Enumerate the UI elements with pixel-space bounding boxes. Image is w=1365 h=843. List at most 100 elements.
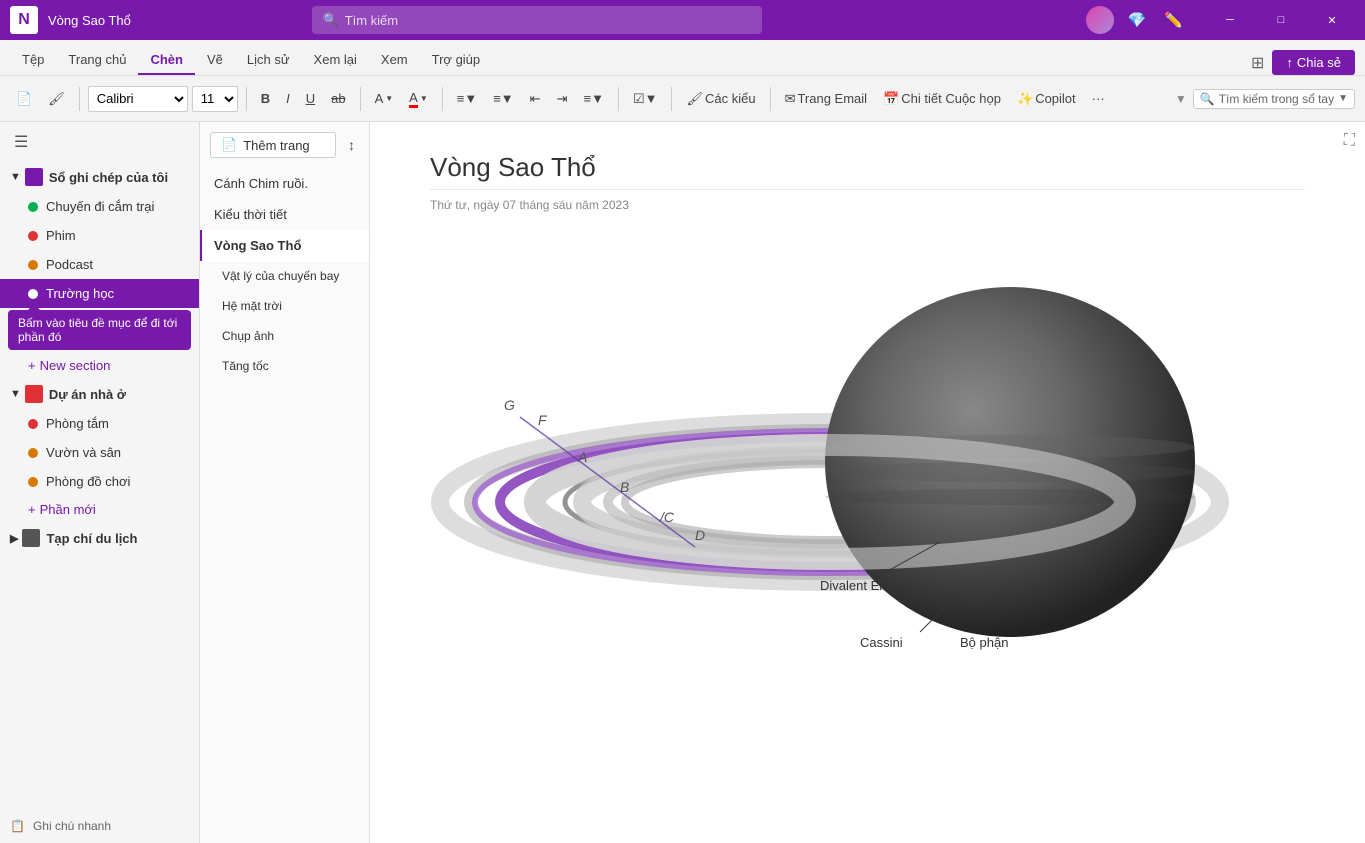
page-item-1[interactable]: Kiểu thời tiết bbox=[200, 199, 369, 230]
pen-icon[interactable]: ✏️ bbox=[1160, 7, 1187, 33]
tab-ve[interactable]: Vẽ bbox=[195, 46, 235, 75]
ribbon-right: ⊞ ↑ Chia sẻ bbox=[1251, 50, 1355, 75]
restore-button[interactable]: □ bbox=[1258, 0, 1304, 40]
copilot-button[interactable]: ✨ Copilot bbox=[1011, 87, 1082, 111]
notebook-icon-1 bbox=[25, 168, 43, 186]
section-item-playroom[interactable]: Phòng đồ chơi bbox=[0, 467, 199, 496]
tab-chen[interactable]: Chèn bbox=[138, 46, 195, 75]
search-bar[interactable]: 🔍 bbox=[312, 6, 762, 34]
font-family-select[interactable]: Calibri bbox=[88, 86, 188, 112]
section-dot-films bbox=[28, 231, 38, 241]
section-item-podcast[interactable]: Podcast bbox=[0, 250, 199, 279]
page-item-3[interactable]: Vật lý của chuyến bay bbox=[200, 261, 369, 291]
ring-label-f: F bbox=[538, 412, 548, 428]
underline-button[interactable]: U bbox=[300, 87, 321, 110]
section-dot-bathroom bbox=[28, 419, 38, 429]
section-dot-playroom bbox=[28, 477, 38, 487]
email-page-button[interactable]: ✉ Trang Email bbox=[779, 87, 874, 111]
hamburger-button[interactable]: ☰ bbox=[0, 122, 199, 162]
ring-label-d: D bbox=[695, 527, 705, 543]
email-icon: ✉ bbox=[785, 91, 796, 107]
section-item-camping[interactable]: Chuyến đi cắm trại bbox=[0, 192, 199, 221]
tooltip-bubble: Bấm vào tiêu đề mục để đi tới phần đó bbox=[8, 310, 191, 350]
notebook-icon-3 bbox=[22, 529, 40, 547]
collapse-icon[interactable]: ⊞ bbox=[1251, 53, 1264, 73]
copilot-icon: ✨ bbox=[1017, 91, 1033, 107]
annotation-bo-phan: Bộ phận bbox=[960, 635, 1008, 650]
section-item-films[interactable]: Phim bbox=[0, 221, 199, 250]
annotation-cassini-label: Cassini bbox=[860, 635, 903, 650]
section-item-garden[interactable]: Vườn và sân bbox=[0, 438, 199, 467]
new-page-button[interactable]: 📄 bbox=[10, 87, 38, 111]
section-dot-podcast bbox=[28, 260, 38, 270]
close-button[interactable]: ✕ bbox=[1309, 0, 1355, 40]
add-icon: + bbox=[28, 358, 36, 373]
font-size-select[interactable]: 11 bbox=[192, 86, 238, 112]
paint-icon: 🖌 bbox=[686, 91, 703, 107]
tab-trogiup[interactable]: Trợ giúp bbox=[420, 46, 493, 75]
checkbox-button[interactable]: ☑▼ bbox=[627, 87, 664, 111]
notebook-header-3[interactable]: ▶ Tạp chí du lịch bbox=[0, 523, 199, 553]
tab-tep[interactable]: Tệp bbox=[10, 46, 56, 75]
expand-icon[interactable]: ⛶ bbox=[1344, 132, 1355, 150]
search-notebook-icon: 🔍 bbox=[1200, 92, 1215, 106]
strikethrough-button[interactable]: ab bbox=[325, 87, 351, 110]
indent-increase-button[interactable]: ⇥ bbox=[551, 87, 574, 111]
pages-panel: 📄 Thêm trang ↕ Cánh Chim ruồi. Kiểu thời… bbox=[200, 122, 370, 843]
add-page-icon: 📄 bbox=[221, 137, 237, 153]
italic-button[interactable]: I bbox=[280, 87, 296, 110]
bullet-list-button[interactable]: ≡▼ bbox=[451, 87, 483, 110]
share-icon: ↑ bbox=[1286, 55, 1293, 70]
bold-button[interactable]: B bbox=[255, 87, 276, 110]
notebook-icon-2 bbox=[25, 385, 43, 403]
tab-lichsu[interactable]: Lịch sử bbox=[235, 46, 302, 75]
meeting-details-button[interactable]: 📅 Chi tiết Cuộc họp bbox=[877, 87, 1007, 111]
saturn-diagram: G F A B /C D Divalent Enki Cassini Bộ ph… bbox=[430, 232, 1280, 752]
font-color-button[interactable]: A▼ bbox=[403, 86, 434, 112]
add-page-button[interactable]: 📄 Thêm trang bbox=[210, 132, 336, 158]
saturn-svg: G F A B /C D Divalent Enki Cassini Bộ ph… bbox=[430, 232, 1250, 732]
tab-xem[interactable]: Xem bbox=[369, 46, 420, 75]
page-item-5[interactable]: Chụp ảnh bbox=[200, 321, 369, 351]
minimize-button[interactable]: ─ bbox=[1207, 0, 1253, 40]
app-logo: N bbox=[10, 6, 38, 34]
diamond-icon[interactable]: 💎 bbox=[1124, 7, 1151, 33]
align-button[interactable]: ≡▼ bbox=[577, 87, 609, 110]
toolbar-right: ▼ 🔍 Tìm kiếm trong sổ tay ▼ bbox=[1175, 89, 1355, 109]
sticky-note-icon: 📋 bbox=[10, 819, 25, 833]
avatar[interactable] bbox=[1086, 6, 1114, 34]
page-item-0[interactable]: Cánh Chim ruồi. bbox=[200, 168, 369, 199]
add-icon-2: + bbox=[28, 502, 36, 517]
window-controls: ─ □ ✕ bbox=[1207, 0, 1355, 40]
format-painter-button[interactable]: 🖌 bbox=[42, 87, 71, 111]
notebook-header-2[interactable]: ▼ Dự án nhà ở bbox=[0, 379, 199, 409]
content-toolbar: ⛶ bbox=[1344, 132, 1355, 150]
page-item-6[interactable]: Tăng tốc bbox=[200, 351, 369, 381]
add-section-button-2[interactable]: + Phần mới bbox=[0, 496, 199, 523]
notebook-group-1: ▼ Sổ ghi chép của tôi Chuyến đi cắm trại… bbox=[0, 162, 199, 379]
section-item-bathroom[interactable]: Phòng tắm bbox=[0, 409, 199, 438]
more-button[interactable]: ··· bbox=[1086, 87, 1111, 110]
notebook-group-2: ▼ Dự án nhà ở Phòng tắm Vườn và sân Phòn… bbox=[0, 379, 199, 523]
main-layout: ☰ ▼ Sổ ghi chép của tôi Chuyến đi cắm tr… bbox=[0, 122, 1365, 843]
sort-button[interactable]: ↕ bbox=[344, 133, 359, 157]
numbered-list-button[interactable]: ≡▼ bbox=[487, 87, 519, 110]
notes-sticky[interactable]: 📋 Ghi chú nhanh bbox=[0, 809, 199, 843]
highlight-button[interactable]: A▼ bbox=[369, 87, 400, 110]
page-item-2[interactable]: Vòng Sao Thổ bbox=[200, 230, 369, 261]
search-notebook-container[interactable]: 🔍 Tìm kiếm trong sổ tay ▼ bbox=[1193, 89, 1355, 109]
add-section-button-1[interactable]: + New section bbox=[0, 352, 199, 379]
pages-header: 📄 Thêm trang ↕ bbox=[200, 122, 369, 168]
search-icon: 🔍 bbox=[322, 12, 338, 28]
indent-decrease-button[interactable]: ⇤ bbox=[524, 87, 547, 111]
chevron-down-icon-2: ▼ bbox=[10, 388, 21, 400]
page-item-4[interactable]: Hệ mặt trời bbox=[200, 291, 369, 321]
share-button[interactable]: ↑ Chia sẻ bbox=[1272, 50, 1355, 75]
styles-button[interactable]: 🖌 Các kiểu bbox=[680, 87, 761, 111]
search-input[interactable] bbox=[345, 13, 753, 28]
tab-tranchu[interactable]: Trang chủ bbox=[56, 46, 138, 75]
tab-xemlai[interactable]: Xem lại bbox=[302, 46, 369, 75]
separator-6 bbox=[671, 87, 672, 111]
notebook-header-1[interactable]: ▼ Sổ ghi chép của tôi bbox=[0, 162, 199, 192]
expand-ribbon-icon[interactable]: ▼ bbox=[1175, 92, 1187, 106]
